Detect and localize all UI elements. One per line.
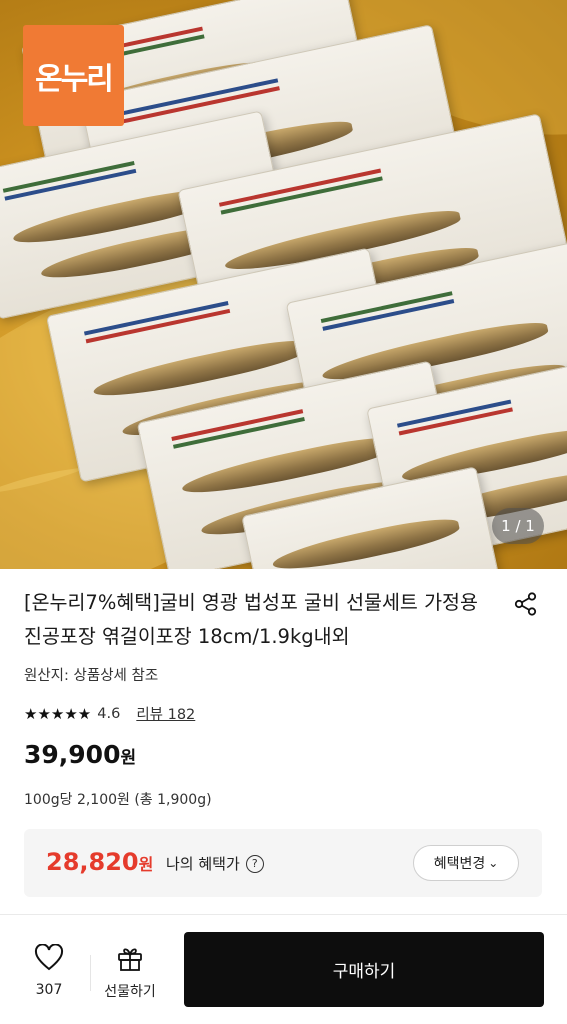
benefit-box: 28,820원 나의 혜택가 ? 혜택변경 ⌄ (24, 829, 542, 897)
buy-button[interactable]: 구매하기 (184, 932, 544, 1007)
product-image[interactable]: 온누리 1 / 1 (0, 0, 567, 569)
image-counter: 1 / 1 (492, 508, 544, 544)
benefit-change-button[interactable]: 혜택변경 ⌄ (413, 845, 519, 881)
price: 39,900원 (24, 740, 136, 769)
wishlist-button[interactable]: 307 (22, 940, 76, 1000)
price-value: 39,900 (24, 740, 121, 769)
benefit-label-text: 나의 혜택가 (166, 855, 240, 873)
benefit-change-label: 혜택변경 (433, 856, 486, 872)
product-title-row: [온누리7%혜택]굴비 영광 법성포 굴비 선물세트 가정용 진공포장 엮걸이포… (24, 586, 544, 654)
divider (0, 914, 567, 915)
onnuri-logo: 온누리 (23, 25, 124, 126)
benefit-price-value: 28,820 (46, 848, 139, 876)
product-title: [온누리7%혜택]굴비 영광 법성포 굴비 선물세트 가정용 진공포장 엮걸이포… (24, 591, 478, 648)
unit-price: 100g당 2,100원 (총 1,900g) (24, 792, 212, 808)
rating-row: ★★★★★ 4.6 리뷰 182 (24, 703, 195, 724)
gift-button[interactable]: 선물하기 (98, 940, 162, 1000)
gift-label: 선물하기 (104, 984, 156, 1000)
benefit-price-unit: 원 (138, 855, 154, 874)
rating-score: 4.6 (97, 705, 121, 722)
price-unit: 원 (120, 748, 137, 768)
origin-label: 원산지: 상품상세 참조 (24, 668, 159, 684)
help-icon[interactable]: ? (245, 854, 264, 873)
chevron-down-icon: ⌄ (488, 856, 499, 870)
star-rating-icon: ★★★★★ (24, 704, 92, 723)
benefit-price: 28,820원 (46, 848, 153, 876)
share-icon[interactable] (512, 590, 540, 618)
gift-icon (118, 948, 142, 971)
review-link[interactable]: 리뷰 182 (136, 703, 195, 724)
wishlist-count: 307 (35, 982, 63, 998)
benefit-label: 나의 혜택가 ? (166, 853, 264, 874)
heart-icon (34, 944, 64, 971)
logo-text: 온누리 (35, 61, 114, 97)
divider (90, 955, 91, 991)
